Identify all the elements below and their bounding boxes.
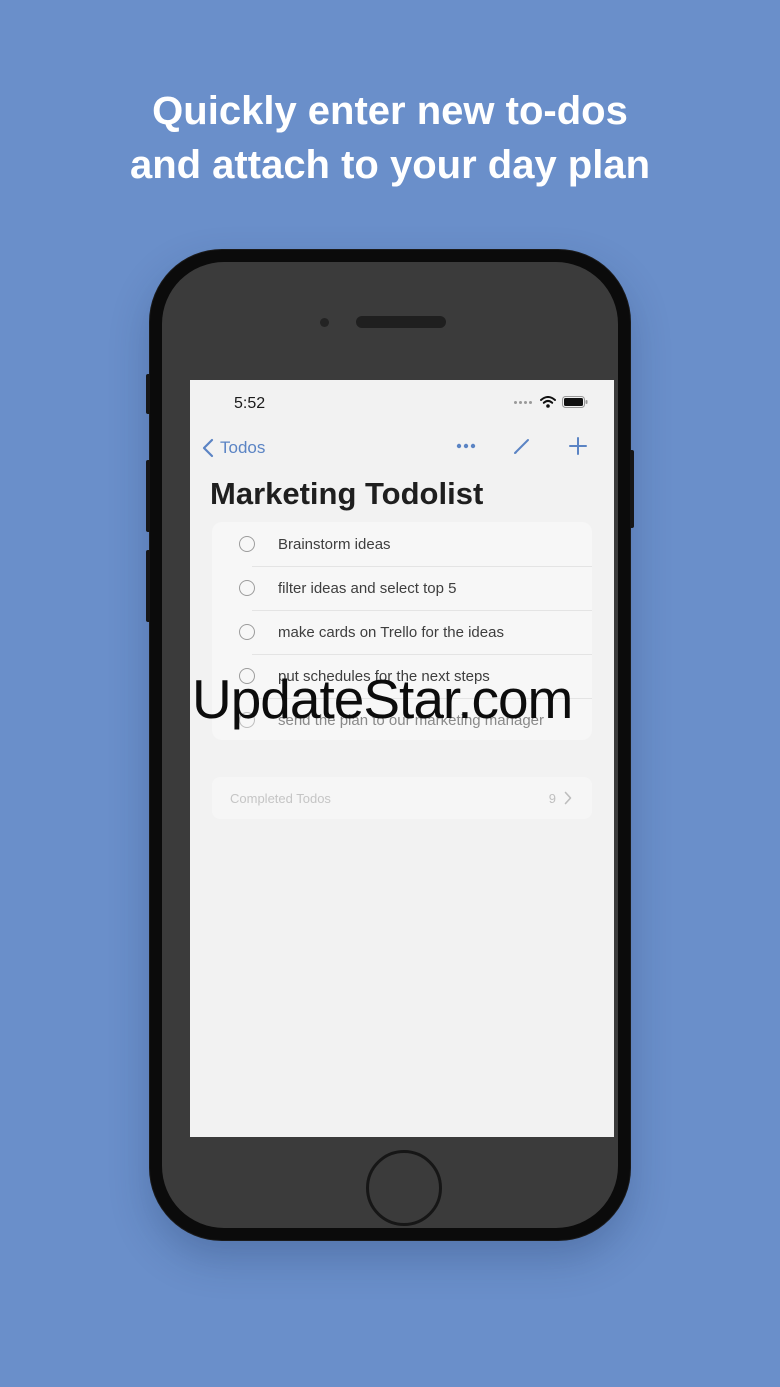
signal-dots-icon [514,400,532,404]
todo-label: Brainstorm ideas [278,535,391,553]
headline-line-2: and attach to your day plan [129,143,651,187]
marketing-headline: Quickly enter new to-dos and attach to y… [0,84,780,192]
todo-item[interactable]: Brainstorm ideas [230,522,592,566]
home-button[interactable] [366,1150,442,1226]
app-screen: 5:52 Todos Marketing Todolist Brainstorm… [190,380,614,1137]
mute-switch [146,374,150,414]
front-camera [320,318,329,327]
todo-item[interactable]: filter ideas and select top 5 [230,566,592,610]
checkbox-circle-icon[interactable] [239,580,255,596]
power-button [630,450,634,528]
volume-up-button [146,460,150,532]
back-label: Todos [220,438,266,457]
todo-label: make cards on Trello for the ideas [278,623,504,641]
checkbox-circle-icon[interactable] [239,624,255,640]
status-icons [514,396,588,408]
chevron-right-icon [564,791,572,805]
earpiece-speaker [356,316,446,328]
more-icon[interactable] [456,443,476,449]
todo-item[interactable]: make cards on Trello for the ideas [230,610,592,654]
edit-pencil-icon[interactable] [512,436,532,456]
back-button[interactable]: Todos [202,438,265,458]
wifi-icon [540,396,556,408]
checkbox-circle-icon[interactable] [239,536,255,552]
chevron-left-icon [202,438,214,458]
volume-down-button [146,550,150,622]
headline-line-1: Quickly enter new to-dos [152,89,628,133]
nav-actions [456,436,588,456]
completed-todos-label: Completed Todos [230,790,331,806]
phone-body: 5:52 Todos Marketing Todolist Brainstorm… [162,262,618,1228]
battery-icon [562,396,588,408]
completed-count: 9 [548,790,556,806]
watermark: UpdateStar.com [192,668,573,730]
todo-label: filter ideas and select top 5 [278,579,457,597]
add-plus-icon[interactable] [568,436,588,456]
status-time: 5:52 [234,395,266,412]
completed-todos-row[interactable]: Completed Todos 9 [212,777,592,819]
page-title: Marketing Todolist [210,476,484,511]
phone-mockup: 5:52 Todos Marketing Todolist Brainstorm… [146,250,634,1240]
